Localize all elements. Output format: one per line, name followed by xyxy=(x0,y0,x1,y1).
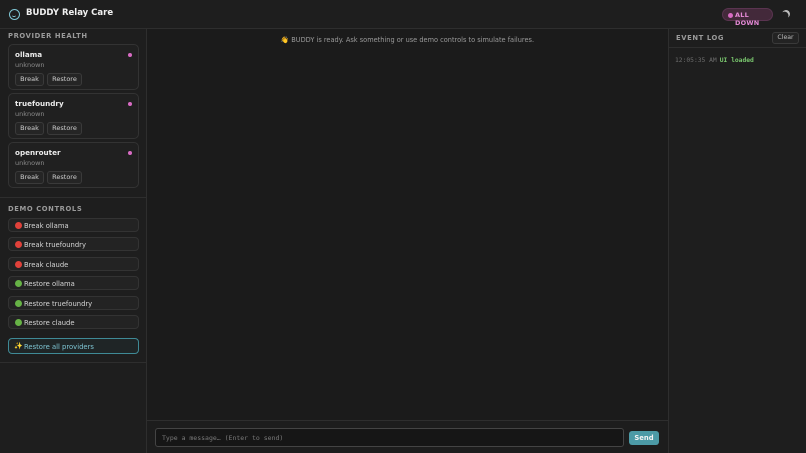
provider-card-truefoundry: truefoundry unknown Break Restore xyxy=(8,93,139,139)
red-circle-icon xyxy=(15,261,22,268)
divider xyxy=(0,362,147,363)
break-claude-demo-button[interactable]: Break claude xyxy=(8,257,139,271)
log-message: UI loaded xyxy=(719,57,754,64)
demo-button-label: Break ollama xyxy=(24,221,69,230)
restore-truefoundry-demo-button[interactable]: Restore truefoundry xyxy=(8,296,139,310)
demo-button-label: Restore ollama xyxy=(24,279,75,288)
break-ollama-demo-button[interactable]: Break ollama xyxy=(8,218,139,232)
provider-status: unknown xyxy=(15,61,45,69)
divider xyxy=(0,197,147,198)
restore-all-label: Restore all providers xyxy=(24,342,94,351)
restore-openrouter-button[interactable]: Restore xyxy=(47,171,82,184)
sparkles-icon: ✨ xyxy=(14,342,23,350)
green-circle-icon xyxy=(15,280,22,287)
provider-card-ollama: ollama unknown Break Restore xyxy=(8,44,139,90)
demo-controls-title: DEMO CONTROLS xyxy=(8,205,83,213)
ready-message: 👋 BUDDY is ready. Ask something or use d… xyxy=(280,36,535,44)
provider-name: ollama xyxy=(15,50,43,59)
event-log-header: EVENT LOG Clear xyxy=(669,29,806,48)
demo-button-label: Break claude xyxy=(24,260,69,269)
log-entry: 12:05:35 AM UI loaded xyxy=(675,57,754,64)
log-timestamp: 12:05:35 AM xyxy=(675,57,717,64)
restore-claude-demo-button[interactable]: Restore claude xyxy=(8,315,139,329)
break-truefoundry-button[interactable]: Break xyxy=(15,122,44,135)
provider-card-openrouter: openrouter unknown Break Restore xyxy=(8,142,139,188)
demo-button-label: Restore truefoundry xyxy=(24,299,93,308)
status-dot-icon xyxy=(128,53,132,57)
moon-icon xyxy=(781,9,791,19)
provider-name: truefoundry xyxy=(15,99,64,108)
event-log-title: EVENT LOG xyxy=(676,34,725,42)
restore-ollama-button[interactable]: Restore xyxy=(47,73,82,86)
red-circle-icon xyxy=(15,222,22,229)
demo-button-label: Restore claude xyxy=(24,318,75,327)
event-log-panel: EVENT LOG Clear 12:05:35 AM UI loaded xyxy=(668,29,806,453)
restore-truefoundry-button[interactable]: Restore xyxy=(47,122,82,135)
restore-ollama-demo-button[interactable]: Restore ollama xyxy=(8,276,139,290)
chat-panel: 👋 BUDDY is ready. Ask something or use d… xyxy=(147,29,668,453)
status-badge-label: ALL DOWN xyxy=(735,11,760,27)
provider-status: unknown xyxy=(15,159,45,167)
smile-circle-icon xyxy=(9,9,20,20)
break-ollama-button[interactable]: Break xyxy=(15,73,44,86)
green-circle-icon xyxy=(15,300,22,307)
theme-toggle-button[interactable] xyxy=(780,8,792,20)
status-badge: ALL DOWN xyxy=(722,8,773,27)
send-button[interactable]: Send xyxy=(629,431,659,445)
provider-status: unknown xyxy=(15,110,45,118)
restore-all-providers-button[interactable]: ✨ Restore all providers xyxy=(8,338,139,354)
clear-log-button[interactable]: Clear xyxy=(772,32,799,44)
break-openrouter-button[interactable]: Break xyxy=(15,171,44,184)
message-composer: Send xyxy=(147,420,668,453)
break-truefoundry-demo-button[interactable]: Break truefoundry xyxy=(8,237,139,251)
green-circle-icon xyxy=(15,319,22,326)
demo-button-label: Break truefoundry xyxy=(24,240,86,249)
status-dot-icon xyxy=(128,102,132,106)
status-dot-icon xyxy=(128,151,132,155)
status-dot-icon xyxy=(728,12,733,18)
provider-health-title: PROVIDER HEALTH xyxy=(8,32,88,40)
app-title: BUDDY Relay Care xyxy=(26,8,114,18)
provider-name: openrouter xyxy=(15,148,61,157)
red-circle-icon xyxy=(15,241,22,248)
sidebar: PROVIDER HEALTH ollama unknown Break Res… xyxy=(0,29,147,453)
message-input[interactable] xyxy=(155,428,624,447)
top-bar: BUDDY Relay Care ALL DOWN xyxy=(0,0,806,29)
